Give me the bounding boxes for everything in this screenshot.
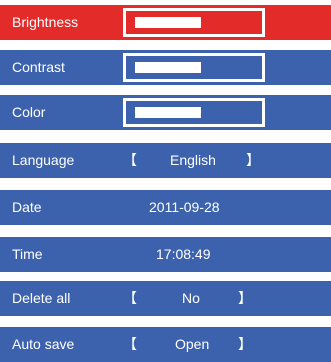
language-value[interactable]: English bbox=[170, 143, 216, 178]
menu-row-language[interactable]: Language 【 English 】 bbox=[0, 143, 331, 178]
contrast-slider-fill bbox=[135, 62, 201, 73]
auto-save-value[interactable]: Open bbox=[175, 327, 209, 362]
color-slider-fill bbox=[135, 107, 201, 118]
menu-row-brightness[interactable]: Brightness bbox=[0, 5, 331, 40]
auto-save-label: Auto save bbox=[12, 336, 75, 352]
menu-row-contrast[interactable]: Contrast bbox=[0, 50, 331, 85]
date-value[interactable]: 2011-09-28 bbox=[149, 190, 220, 225]
delete-all-value[interactable]: No bbox=[182, 281, 200, 316]
brightness-label: Brightness bbox=[12, 14, 79, 30]
brightness-slider-track bbox=[135, 17, 245, 28]
color-slider-track bbox=[135, 107, 245, 118]
contrast-label: Contrast bbox=[12, 59, 65, 75]
menu-row-color[interactable]: Color bbox=[0, 95, 331, 130]
brightness-slider-fill bbox=[135, 17, 201, 28]
menu-row-time[interactable]: Time 17:08:49 bbox=[0, 237, 331, 272]
brightness-slider[interactable] bbox=[123, 8, 265, 37]
contrast-slider[interactable] bbox=[123, 53, 265, 82]
color-slider[interactable] bbox=[123, 98, 265, 127]
auto-save-bracket-open: 【 bbox=[123, 336, 137, 352]
color-label: Color bbox=[12, 104, 46, 120]
language-bracket-close: 】 bbox=[246, 152, 260, 168]
auto-save-bracket-close: 】 bbox=[238, 336, 252, 352]
contrast-slider-track bbox=[135, 62, 245, 73]
delete-all-label: Delete all bbox=[12, 290, 71, 306]
language-bracket-open: 【 bbox=[123, 152, 137, 168]
settings-menu: Brightness Contrast Color Language 【 Eng… bbox=[0, 0, 331, 362]
menu-row-date[interactable]: Date 2011-09-28 bbox=[0, 190, 331, 225]
menu-row-delete-all[interactable]: Delete all 【 No 】 bbox=[0, 281, 331, 316]
time-label: Time bbox=[12, 246, 43, 262]
delete-all-bracket-open: 【 bbox=[123, 290, 137, 306]
delete-all-bracket-close: 】 bbox=[238, 290, 252, 306]
language-label: Language bbox=[12, 152, 75, 168]
menu-row-auto-save[interactable]: Auto save 【 Open 】 bbox=[0, 327, 331, 362]
time-value[interactable]: 17:08:49 bbox=[156, 237, 211, 272]
date-label: Date bbox=[12, 199, 42, 215]
